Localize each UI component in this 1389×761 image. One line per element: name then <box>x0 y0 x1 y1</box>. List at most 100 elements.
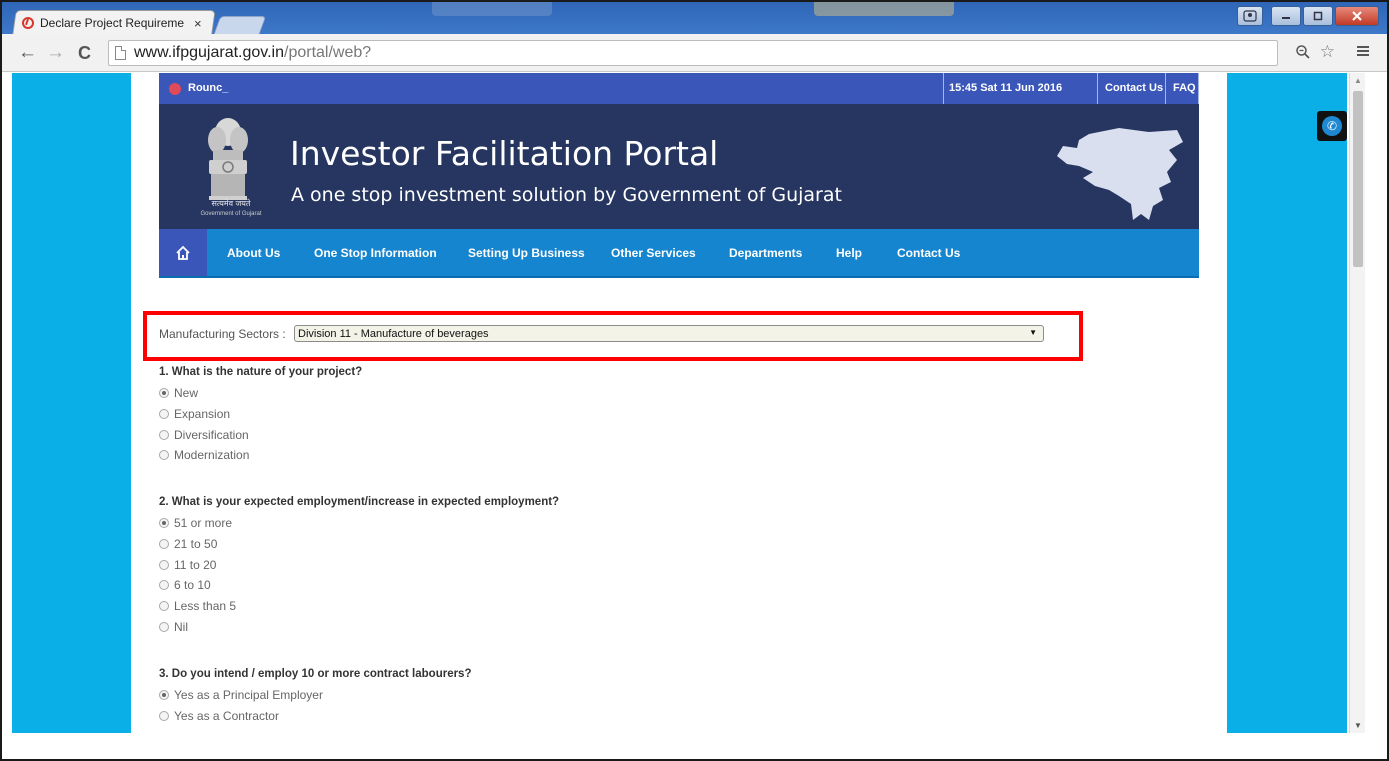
radio-button[interactable] <box>159 601 169 611</box>
option-label: 6 to 10 <box>174 578 211 592</box>
radio-option[interactable]: Yes as a Contractor <box>159 709 279 723</box>
manufacturing-sector-select[interactable]: Division 11 - Manufacture of beverages ▼ <box>294 325 1044 342</box>
gujarat-map-icon <box>1057 128 1183 220</box>
maximize-icon[interactable] <box>1303 6 1333 26</box>
url-path: /portal/web? <box>284 44 372 61</box>
scrollbar-thumb[interactable] <box>1353 91 1363 267</box>
option-label: Expansion <box>174 407 231 421</box>
forward-button[interactable]: → <box>46 43 65 63</box>
reload-button[interactable]: C <box>78 43 91 63</box>
back-button[interactable]: ← <box>18 43 37 63</box>
radio-button[interactable] <box>159 580 169 590</box>
radio-button[interactable] <box>159 711 169 721</box>
tab-close-icon[interactable]: × <box>194 16 202 31</box>
window-bottom-area <box>2 733 1387 759</box>
radio-option[interactable]: 51 or more <box>159 516 232 530</box>
phone-icon: ✆ <box>1322 116 1342 136</box>
nav-departments[interactable]: Departments <box>729 246 802 260</box>
top-contact-link[interactable]: Contact Us <box>1105 82 1163 94</box>
top-bar-divider <box>1097 73 1098 104</box>
radio-button[interactable] <box>159 409 169 419</box>
radio-option[interactable]: 21 to 50 <box>159 537 217 551</box>
radio-option[interactable]: 11 to 20 <box>159 558 216 572</box>
radio-option[interactable]: Less than 5 <box>159 599 236 613</box>
window-controls <box>1237 6 1379 26</box>
user-profile-icon[interactable] <box>1237 6 1263 26</box>
scroll-down-arrow-icon[interactable]: ▼ <box>1354 721 1362 730</box>
main-navigation: About Us One Stop Information Setting Up… <box>159 229 1199 278</box>
scroll-up-arrow-icon[interactable]: ▲ <box>1354 76 1362 85</box>
active-tab-content[interactable]: Declare Project Requireme × <box>22 13 210 33</box>
top-bar: Rounc_ 15:45 Sat 11 Jun 2016 Contact Us … <box>159 73 1199 104</box>
radio-option[interactable]: Nil <box>159 620 188 634</box>
question-2-title: 2. What is your expected employment/incr… <box>159 496 560 508</box>
top-bar-divider <box>943 73 944 104</box>
sector-selected-value: Division 11 - Manufacture of beverages <box>298 327 489 340</box>
zoom-icon[interactable] <box>1295 44 1311 64</box>
url-domain: www.ifpgujarat.gov.in <box>134 44 284 61</box>
page-icon <box>115 46 126 60</box>
option-label: Nil <box>174 620 188 634</box>
background-tab-blur-2 <box>814 2 954 16</box>
radio-button[interactable] <box>159 430 169 440</box>
background-tab-blur <box>432 2 552 16</box>
nav-about-us[interactable]: About Us <box>227 246 280 260</box>
phone-call-button[interactable]: ✆ <box>1317 111 1347 141</box>
minimize-icon[interactable] <box>1271 6 1301 26</box>
vertical-scrollbar[interactable]: ▲ ▼ <box>1349 73 1365 733</box>
portal-subtitle: A one stop investment solution by Govern… <box>291 184 842 206</box>
emblem-government-label: Government of Gujarat <box>200 211 262 217</box>
option-label: Diversification <box>174 428 249 442</box>
nav-other-services[interactable]: Other Services <box>611 246 696 260</box>
question-3-title: 3. Do you intend / employ 10 or more con… <box>159 668 472 680</box>
option-label: 51 or more <box>174 516 233 530</box>
dropdown-arrow-icon: ▼ <box>1029 328 1037 337</box>
nav-one-stop-information[interactable]: One Stop Information <box>314 246 437 260</box>
nav-help[interactable]: Help <box>836 246 862 260</box>
browser-window: Declare Project Requireme × ← → C www.if… <box>0 0 1389 761</box>
radio-button[interactable] <box>159 560 169 570</box>
option-label: 21 to 50 <box>174 537 218 551</box>
menu-icon[interactable] <box>1355 42 1371 63</box>
nav-setting-up-business[interactable]: Setting Up Business <box>468 246 585 260</box>
radio-button[interactable] <box>159 518 169 528</box>
window-close-icon[interactable] <box>1335 6 1379 26</box>
option-label: 11 to 20 <box>174 558 217 572</box>
portal-title: Investor Facilitation Portal <box>290 134 719 173</box>
option-label: Yes as a Principal Employer <box>174 688 323 702</box>
page-container: Rounc_ 15:45 Sat 11 Jun 2016 Contact Us … <box>131 73 1227 733</box>
radio-option[interactable]: Diversification <box>159 428 249 442</box>
radio-option[interactable]: Modernization <box>159 448 249 462</box>
home-button[interactable] <box>159 229 207 276</box>
emblem-motto: सत्यमेव जयते <box>211 199 251 208</box>
tab-strip: Declare Project Requireme × <box>2 2 1387 34</box>
radio-option[interactable]: New <box>159 386 198 400</box>
radio-button[interactable] <box>159 690 169 700</box>
radio-button[interactable] <box>159 450 169 460</box>
manufacturing-sectors-label: Manufacturing Sectors : <box>159 327 286 341</box>
home-icon <box>176 245 190 260</box>
header-banner: सत्यमेव जयते Government of Gujarat Inves… <box>159 104 1199 229</box>
radio-button[interactable] <box>159 539 169 549</box>
radio-button[interactable] <box>159 388 169 398</box>
faq-link[interactable]: FAQ <box>1173 82 1196 94</box>
question-1-title: 1. What is the nature of your project? <box>159 366 363 378</box>
option-label: Modernization <box>174 448 250 462</box>
page-viewport: Rounc_ 15:45 Sat 11 Jun 2016 Contact Us … <box>12 73 1347 733</box>
browser-toolbar: ← → C www.ifpgujarat.gov.in/portal/web? … <box>2 34 1387 72</box>
top-bar-divider <box>1198 73 1199 104</box>
new-tab-button[interactable] <box>213 16 267 34</box>
address-bar[interactable]: www.ifpgujarat.gov.in/portal/web? <box>108 40 1278 66</box>
tab-title: Declare Project Requireme <box>40 16 185 30</box>
round-ticker-text: Rounc_ <box>188 82 229 94</box>
radio-option[interactable]: 6 to 10 <box>159 578 211 592</box>
radio-option[interactable]: Expansion <box>159 407 230 421</box>
top-bar-divider <box>1165 73 1166 104</box>
site-favicon-icon <box>22 17 34 29</box>
nav-contact-us[interactable]: Contact Us <box>897 246 960 260</box>
radio-button[interactable] <box>159 622 169 632</box>
radio-option[interactable]: Yes as a Principal Employer <box>159 688 323 702</box>
date-time: 15:45 Sat 11 Jun 2016 <box>949 82 1063 94</box>
option-label: Less than 5 <box>174 599 237 613</box>
bookmark-star-icon[interactable]: ☆ <box>1320 42 1335 62</box>
